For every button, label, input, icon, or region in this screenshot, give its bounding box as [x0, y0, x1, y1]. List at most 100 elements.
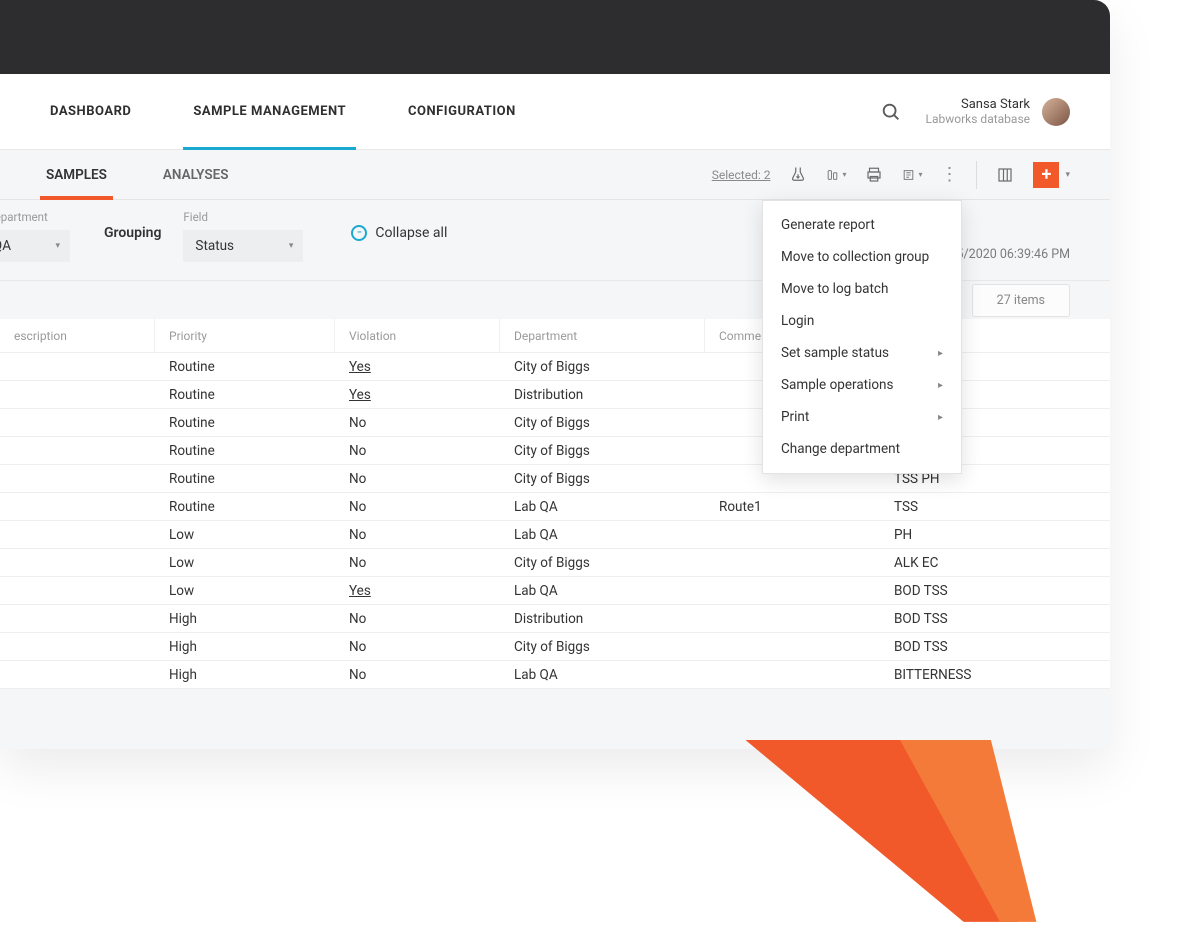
table-cell[interactable]: Yes	[335, 353, 500, 380]
dropdown-item-label: Move to log batch	[781, 281, 888, 297]
dropdown-item[interactable]: Set sample status ▸	[763, 337, 961, 369]
table-cell: City of Biggs	[500, 633, 705, 660]
dropdown-item-label: Set sample status	[781, 345, 889, 361]
table-cell	[705, 549, 890, 576]
table-cell: BOD TSS	[890, 605, 1090, 632]
table-cell: ALK EC	[890, 549, 1090, 576]
dropdown-item[interactable]: Change department	[763, 433, 961, 465]
item-count-chip: 27 items	[972, 284, 1070, 317]
search-icon[interactable]	[880, 101, 902, 123]
table-row[interactable]: HighNoDistributionBOD TSS	[0, 605, 1110, 633]
col-department[interactable]: Department	[500, 319, 705, 352]
sub-nav: SAMPLES ANALYSES Selected: 2 ⋮ + ▾	[0, 150, 1110, 200]
table-cell	[705, 521, 890, 548]
table-cell: No	[335, 437, 500, 464]
table-cell[interactable]: Yes	[335, 381, 500, 408]
table-cell: No	[335, 493, 500, 520]
table-row[interactable]: LowYesLab QABOD TSS	[0, 577, 1110, 605]
dropdown-item[interactable]: Move to collection group	[763, 241, 961, 273]
table-cell: No	[335, 549, 500, 576]
window-titlebar	[0, 0, 1110, 74]
table-cell	[0, 465, 155, 492]
table-cell	[0, 409, 155, 436]
nav-tab-dashboard[interactable]: DASHBOARD	[40, 74, 141, 150]
chevron-right-icon: ▸	[938, 412, 943, 423]
actions-dropdown: Generate report Move to collection group M…	[762, 200, 962, 474]
table-row[interactable]: LowNoLab QAPH	[0, 521, 1110, 549]
dropdown-item[interactable]: Login	[763, 305, 961, 337]
grouping-label: Grouping	[104, 225, 161, 247]
subtab-analyses[interactable]: ANALYSES	[157, 150, 235, 199]
lab-tool-icon[interactable]	[826, 165, 846, 185]
nav-tab-sample-management[interactable]: SAMPLE MANAGEMENT	[183, 74, 356, 150]
table-cell: Routine	[155, 381, 335, 408]
table-cell	[0, 605, 155, 632]
table-cell: City of Biggs	[500, 437, 705, 464]
nav-tab-configuration[interactable]: CONFIGURATION	[398, 74, 526, 150]
dropdown-item[interactable]: Move to log batch	[763, 273, 961, 305]
table-cell: Distribution	[500, 381, 705, 408]
table-cell: BOD TSS	[890, 577, 1090, 604]
export-icon[interactable]	[902, 165, 922, 185]
dropdown-item-label: Login	[781, 313, 814, 329]
table-cell	[0, 521, 155, 548]
user-block[interactable]: Sansa Stark Labworks database	[926, 97, 1070, 126]
table-cell: No	[335, 521, 500, 548]
collapse-all-button[interactable]: − Collapse all	[351, 225, 447, 247]
table-cell	[705, 633, 890, 660]
table-cell: High	[155, 605, 335, 632]
table-cell: High	[155, 633, 335, 660]
filter-field-select[interactable]: Status	[183, 230, 303, 262]
table-row[interactable]: LowNoCity of Biggs ALK EC	[0, 549, 1110, 577]
print-icon[interactable]	[864, 165, 884, 185]
table-cell: City of Biggs	[500, 465, 705, 492]
app-footer-area	[0, 689, 1110, 749]
dropdown-item-label: Generate report	[781, 217, 875, 233]
col-violation[interactable]: Violation	[335, 319, 500, 352]
user-subtitle: Labworks database	[926, 112, 1030, 126]
avatar[interactable]	[1042, 98, 1070, 126]
table-cell: City of Biggs	[500, 549, 705, 576]
col-priority[interactable]: Priority	[155, 319, 335, 352]
table-row[interactable]: RoutineNoLab QARoute1TSS	[0, 493, 1110, 521]
table-cell: City of Biggs	[500, 409, 705, 436]
table-cell: High	[155, 661, 335, 688]
table-cell: Low	[155, 549, 335, 576]
more-menu-icon[interactable]: ⋮	[940, 164, 958, 185]
decorative-stripes	[700, 740, 1100, 940]
table-row[interactable]: HighNoLab QABITTERNESS	[0, 661, 1110, 689]
table-cell: No	[335, 661, 500, 688]
main-nav: DASHBOARD SAMPLE MANAGEMENT CONFIGURATIO…	[0, 74, 1110, 150]
table-cell[interactable]: Yes	[335, 577, 500, 604]
table-cell: Lab QA	[500, 577, 705, 604]
add-button-caret[interactable]: ▾	[1065, 170, 1070, 180]
filter-dept-select[interactable]: b QA	[0, 230, 70, 262]
add-button[interactable]: +	[1033, 162, 1059, 188]
chevron-right-icon: ▸	[938, 348, 943, 359]
table-cell: Route1	[705, 493, 890, 520]
table-cell	[0, 577, 155, 604]
table-cell: Routine	[155, 353, 335, 380]
table-cell: Routine	[155, 493, 335, 520]
table-cell: Lab QA	[500, 661, 705, 688]
chevron-right-icon: ▸	[938, 380, 943, 391]
columns-icon[interactable]	[995, 165, 1015, 185]
table-cell: Low	[155, 521, 335, 548]
dropdown-item-label: Move to collection group	[781, 249, 929, 265]
dropdown-item-label: Sample operations	[781, 377, 893, 393]
dropdown-item[interactable]: Sample operations ▸	[763, 369, 961, 401]
selected-count-link[interactable]: Selected: 2	[712, 168, 771, 182]
flask-download-icon[interactable]	[788, 165, 808, 185]
dropdown-item[interactable]: Print▸	[763, 401, 961, 433]
subtab-samples[interactable]: SAMPLES	[40, 150, 113, 199]
table-cell: Distribution	[500, 605, 705, 632]
table-cell: TSS	[890, 493, 1090, 520]
table-row[interactable]: HighNoCity of BiggsBOD TSS	[0, 633, 1110, 661]
table-cell	[0, 353, 155, 380]
filter-dept-label: ple department	[0, 210, 70, 224]
table-cell: No	[335, 409, 500, 436]
dropdown-item[interactable]: Generate report	[763, 209, 961, 241]
table-cell	[0, 493, 155, 520]
col-description[interactable]: escription	[0, 319, 155, 352]
table-cell: Lab QA	[500, 521, 705, 548]
